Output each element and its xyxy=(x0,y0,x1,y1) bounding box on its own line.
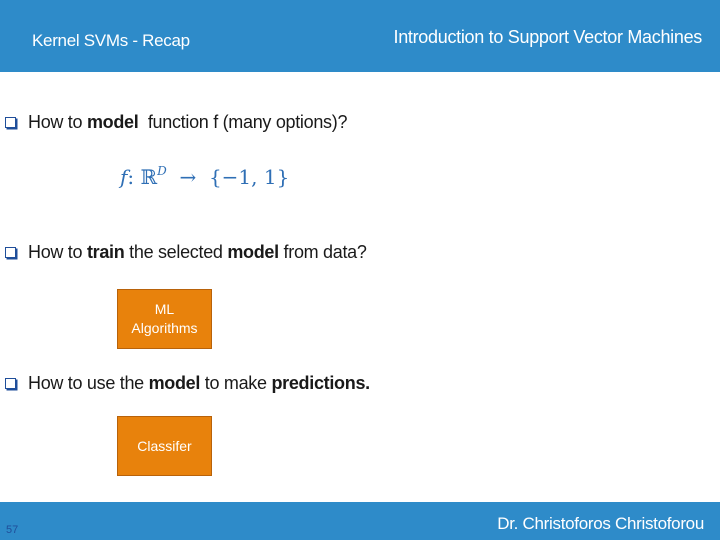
formula-colon: : xyxy=(127,165,141,189)
bullet-model-function: How to model function f (many options)? xyxy=(5,112,347,133)
bullet-text: to make xyxy=(200,373,272,393)
bullet-predictions: How to use the model to make predictions… xyxy=(5,373,370,394)
bullet-text: function f (many options)? xyxy=(138,112,348,132)
bullet-text: How to xyxy=(28,242,87,262)
bullet-keyword: train xyxy=(86,242,125,262)
formula-dimension: D xyxy=(157,164,167,178)
box-label-line2: Algorithms xyxy=(131,320,198,336)
bullet-text: from data? xyxy=(278,242,367,262)
author-name: Dr. Christoforos Christoforou xyxy=(497,514,704,533)
formula-arrow: → xyxy=(166,165,209,189)
checkbox-bullet-icon xyxy=(5,378,16,389)
checkbox-bullet-icon xyxy=(5,117,16,128)
bullet-keyword: model xyxy=(227,242,279,262)
classifier-box: Classifer xyxy=(117,416,212,476)
ml-algorithms-box: ML Algorithms xyxy=(117,289,212,349)
mapping-formula: f: ℝD → {−1, 1} xyxy=(120,164,289,189)
checkbox-bullet-icon xyxy=(5,247,16,258)
bullet-keyword: model xyxy=(148,373,201,393)
presentation-title: Introduction to Support Vector Machines xyxy=(393,27,703,47)
footer-bar: 57 Dr. Christoforos Christoforou xyxy=(0,502,720,540)
page-number: 57 xyxy=(6,524,19,536)
header-bar: Kernel SVMs - Recap Introduction to Supp… xyxy=(0,0,720,72)
bullet-keyword: predictions. xyxy=(271,373,370,393)
formula-codomain: {−1, 1} xyxy=(208,165,290,189)
bullet-text: How to xyxy=(28,112,87,132)
section-title: Kernel SVMs - Recap xyxy=(32,31,190,50)
bullet-train-model: How to train the selected model from dat… xyxy=(5,242,367,263)
bullet-text: How to use the xyxy=(28,373,149,393)
box-label: Classifer xyxy=(137,437,192,454)
formula-reals: ℝ xyxy=(140,165,158,189)
bullet-keyword: model xyxy=(86,112,139,132)
box-label-line1: ML xyxy=(154,301,175,317)
bullet-text: the selected xyxy=(124,242,228,262)
